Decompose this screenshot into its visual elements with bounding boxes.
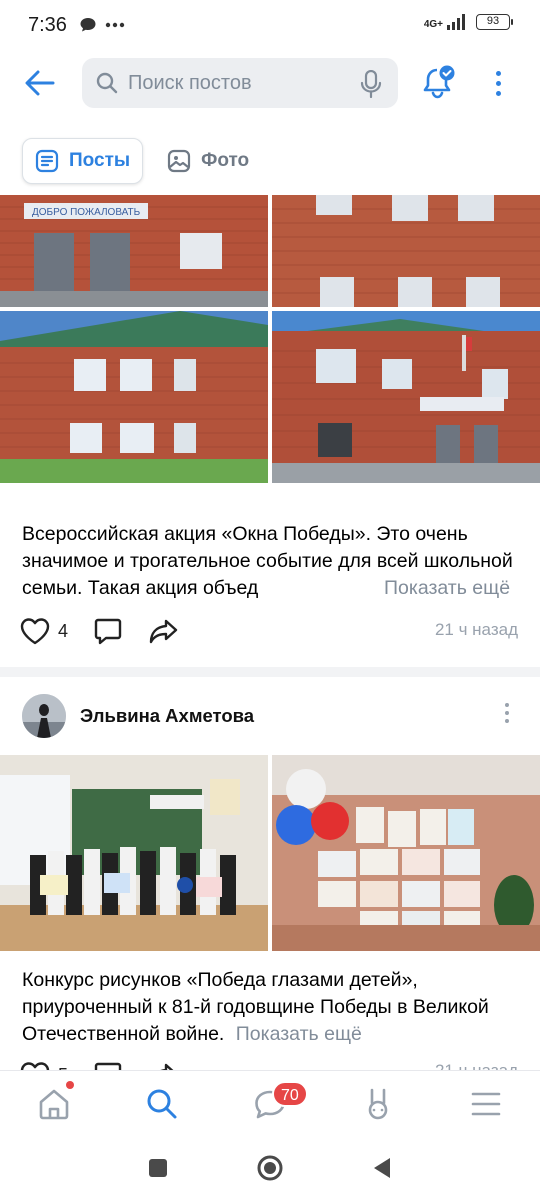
options-dot	[505, 719, 509, 723]
heart-icon	[20, 618, 50, 645]
comment-button[interactable]	[94, 1061, 122, 1070]
search-icon	[96, 72, 118, 94]
nav-menu[interactable]	[432, 1071, 540, 1136]
post-photo[interactable]: ДОБРО ПОЖАЛОВАТЬ	[0, 195, 268, 307]
search-box[interactable]	[82, 58, 398, 108]
back-triangle-icon	[374, 1158, 390, 1178]
options-dot	[505, 703, 509, 707]
home-circle-icon	[257, 1155, 283, 1181]
battery-indicator: 93	[476, 14, 513, 30]
post-photo[interactable]	[272, 195, 540, 307]
network-indicator: 4G+	[424, 14, 468, 30]
search-input[interactable]	[128, 71, 338, 95]
nav-home[interactable]	[0, 1071, 108, 1136]
like-button[interactable]: 5	[20, 1061, 68, 1070]
avatar[interactable]	[22, 694, 66, 738]
like-button[interactable]: 4	[20, 617, 68, 645]
tab-posts-label: Посты	[69, 150, 131, 171]
search-icon	[147, 1089, 177, 1118]
comment-icon	[94, 1062, 122, 1070]
posts-feed[interactable]: ДОБРО ПОЖАЛОВАТЬ Всероссийская акция «Ок…	[0, 195, 540, 1070]
tab-photos[interactable]: Фото	[155, 138, 261, 184]
signal-icon	[447, 14, 465, 30]
post-2-time: 21 ч назад	[435, 1061, 518, 1070]
home-icon	[39, 1089, 69, 1119]
post-1-actions: 4	[20, 617, 206, 645]
recent-apps-icon	[149, 1159, 167, 1177]
like-count: 4	[58, 620, 69, 641]
post-options-button[interactable]	[502, 703, 512, 731]
network-label: 4G+	[423, 19, 443, 30]
share-button[interactable]	[148, 617, 180, 645]
system-navigation	[0, 1136, 540, 1200]
share-icon	[149, 619, 178, 644]
options-dot	[505, 711, 509, 715]
post-2-actions: 5	[20, 1061, 206, 1070]
post-photo[interactable]	[0, 755, 268, 951]
post-photo[interactable]	[272, 755, 540, 951]
back-arrow-icon	[25, 70, 55, 96]
bell-check-icon	[423, 65, 455, 99]
notifications-button[interactable]	[420, 64, 458, 102]
status-notification-icons	[79, 16, 125, 34]
clips-icon	[368, 1088, 388, 1119]
nav-clips[interactable]	[324, 1071, 432, 1136]
show-more-link[interactable]: Показать ещё	[384, 575, 511, 602]
recent-apps-button[interactable]	[148, 1158, 168, 1178]
mic-icon[interactable]	[360, 70, 382, 98]
share-button[interactable]	[148, 1061, 180, 1070]
post-divider	[0, 667, 540, 677]
photo-icon	[168, 149, 191, 173]
back-button[interactable]	[20, 66, 60, 100]
post-photo[interactable]	[0, 311, 268, 483]
messages-badge: 70	[272, 1081, 308, 1107]
status-bar: 7:36 4G+ 93	[0, 0, 540, 50]
tab-photos-label: Фото	[201, 150, 250, 171]
menu-icon	[471, 1092, 501, 1115]
bottom-navigation: 70	[0, 1070, 540, 1136]
search-header	[0, 50, 540, 116]
share-icon	[160, 1063, 174, 1070]
nav-search[interactable]	[108, 1071, 216, 1136]
status-time: 7:36	[28, 13, 67, 36]
author-name[interactable]: Эльвина Ахметова	[80, 705, 254, 727]
more-dot	[495, 80, 501, 86]
text-fade	[330, 575, 380, 602]
chat-notification-icon	[80, 18, 96, 32]
comment-icon	[94, 618, 122, 645]
back-system-button[interactable]	[372, 1156, 392, 1180]
post-photo[interactable]	[272, 311, 540, 483]
posts-icon	[35, 149, 59, 173]
svg-text:ДОБРО ПОЖАЛОВАТЬ: ДОБРО ПОЖАЛОВАТЬ	[32, 207, 141, 218]
more-options-button[interactable]	[486, 64, 510, 102]
show-more-link[interactable]: Показать ещё	[236, 1023, 362, 1045]
post-2-text[interactable]: Конкурс рисунков «Победа глазами детей»,…	[22, 967, 522, 1048]
home-notification-dot	[66, 1081, 74, 1089]
post-2-author[interactable]: Эльвина Ахметова	[22, 694, 254, 738]
home-system-button[interactable]	[256, 1154, 284, 1182]
comment-button[interactable]	[94, 617, 122, 645]
content-tabs: Посты Фото	[22, 138, 261, 184]
tab-posts[interactable]: Посты	[22, 138, 144, 184]
heart-icon	[20, 1062, 50, 1070]
post-1-time: 21 ч назад	[434, 620, 518, 639]
more-dot	[495, 90, 501, 96]
status-right: 4G+ 93	[424, 14, 513, 30]
more-horizontal-icon	[105, 22, 125, 28]
nav-messages[interactable]: 70	[216, 1071, 324, 1136]
more-dot	[495, 70, 501, 76]
